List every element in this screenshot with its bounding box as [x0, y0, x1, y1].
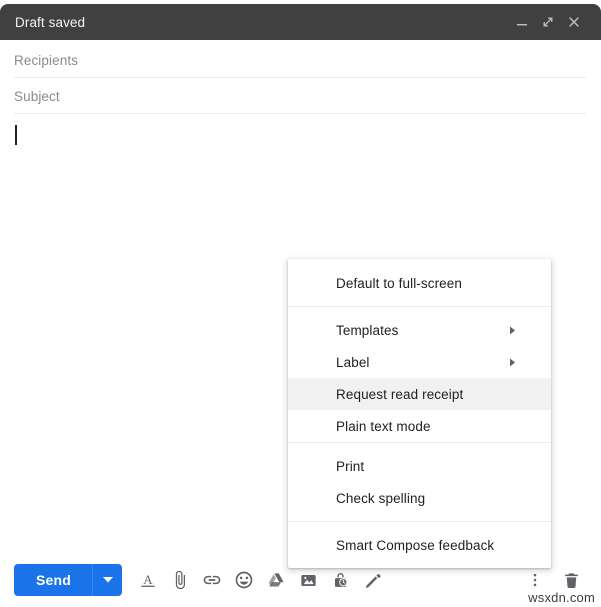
compose-window-title: Draft saved — [15, 14, 86, 30]
minimize-icon — [517, 24, 527, 26]
menu-item-label: Print — [336, 458, 365, 474]
attach-file-button[interactable] — [164, 564, 196, 596]
discard-draft-icon — [564, 572, 578, 588]
watermark: wsxdn.com — [528, 590, 595, 605]
menu-item-check-spelling[interactable]: Check spelling — [288, 482, 551, 514]
chevron-right-icon — [507, 357, 517, 367]
menu-item-label: Check spelling — [336, 490, 426, 506]
insert-drive-file-icon — [268, 572, 284, 586]
menu-item-label: Plain text mode — [336, 418, 431, 434]
menu-group-display: Default to full-screen — [288, 267, 551, 306]
insert-signature-icon — [365, 573, 381, 588]
more-options-icon — [533, 573, 537, 587]
menu-group-actions: Print Check spelling — [288, 442, 551, 521]
insert-drive-file-button[interactable] — [260, 564, 292, 596]
menu-item-label[interactable]: Label — [288, 346, 551, 378]
compose-toolbar: Send A — [0, 556, 601, 604]
recipients-placeholder: Recipients — [14, 52, 79, 68]
menu-group-compose-tools: Templates Label Request read receipt Pla… — [288, 306, 551, 442]
formatting-options-icon: A — [141, 572, 155, 587]
menu-item-label: Smart Compose feedback — [336, 537, 495, 553]
menu-item-label: Request read receipt — [336, 386, 464, 402]
subject-field[interactable]: Subject — [14, 79, 586, 114]
send-options-button[interactable] — [93, 564, 122, 596]
insert-photo-icon — [300, 574, 316, 586]
menu-item-print[interactable]: Print — [288, 450, 551, 482]
menu-item-request-read-receipt[interactable]: Request read receipt — [288, 378, 551, 410]
chevron-down-icon — [102, 577, 113, 583]
menu-item-plain-text-mode[interactable]: Plain text mode — [288, 410, 551, 442]
insert-emoji-icon — [235, 571, 253, 589]
menu-item-label: Label — [336, 354, 370, 370]
subject-placeholder: Subject — [14, 88, 60, 104]
insert-emoji-button[interactable] — [228, 564, 260, 596]
insert-link-button[interactable] — [196, 564, 228, 596]
send-button[interactable]: Send — [14, 564, 94, 596]
chevron-right-icon — [507, 325, 517, 335]
formatting-options-button[interactable]: A — [132, 564, 164, 596]
attach-file-icon — [175, 570, 186, 590]
compose-window: Draft saved Recipients Subject Default t… — [0, 0, 601, 607]
expand-button[interactable] — [535, 9, 561, 35]
toolbar-left-icons: A — [132, 564, 388, 596]
close-icon — [569, 17, 579, 27]
insert-link-icon — [203, 575, 221, 585]
recipients-field[interactable]: Recipients — [14, 43, 586, 78]
confidential-mode-button[interactable] — [324, 564, 356, 596]
svg-text:A: A — [143, 572, 153, 587]
menu-item-templates[interactable]: Templates — [288, 314, 551, 346]
menu-item-label: Default to full-screen — [336, 275, 463, 291]
close-button[interactable] — [561, 9, 587, 35]
minimize-button[interactable] — [509, 9, 535, 35]
menu-item-label: Templates — [336, 322, 399, 338]
expand-icon — [543, 17, 553, 27]
compose-window-header: Draft saved — [0, 4, 601, 40]
insert-photo-button[interactable] — [292, 564, 324, 596]
confidential-mode-icon — [334, 572, 348, 587]
text-caret — [15, 125, 17, 145]
send-button-group[interactable]: Send — [14, 564, 123, 596]
more-options-menu: Default to full-screen Templates Label R… — [288, 259, 551, 568]
insert-signature-button[interactable] — [356, 564, 388, 596]
menu-item-default-to-full-screen[interactable]: Default to full-screen — [288, 267, 551, 299]
